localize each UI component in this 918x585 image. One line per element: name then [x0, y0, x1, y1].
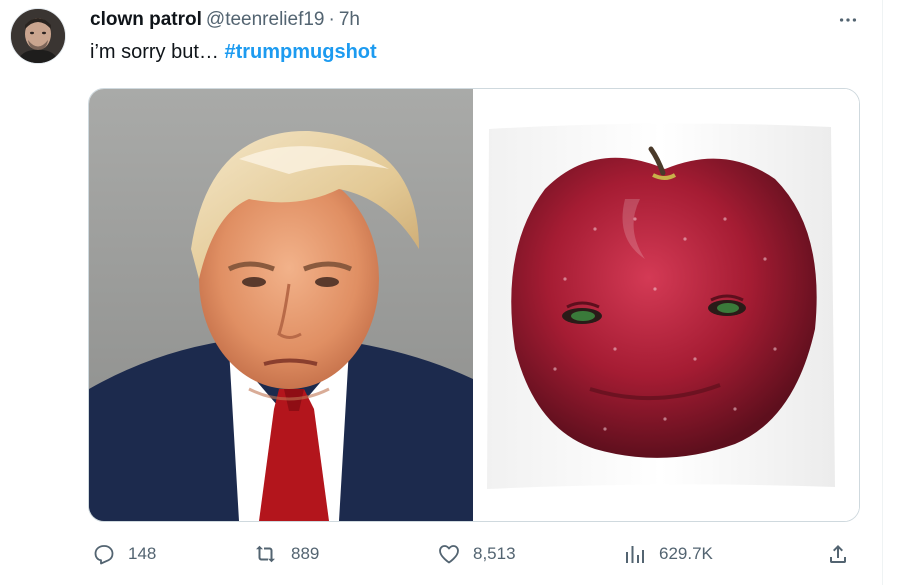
repost-button[interactable]: 889 [255, 536, 319, 572]
reply-button[interactable]: 148 [92, 536, 156, 572]
action-bar: 148 889 8,513 629.7K [0, 536, 918, 572]
like-button[interactable]: 8,513 [437, 536, 516, 572]
timestamp[interactable]: 7h [339, 9, 360, 30]
views-button[interactable]: 629.7K [623, 536, 713, 572]
reply-icon [94, 545, 114, 565]
author-handle[interactable]: @teenrelief19 [206, 9, 325, 30]
repost-count: 889 [291, 544, 320, 563]
tweet-text: i’m sorry but… #trumpmugshot [90, 41, 377, 64]
more-button[interactable] [834, 6, 862, 34]
timeline-border [882, 0, 883, 585]
tweet[interactable]: clown patrol @teenrelief19 · 7h i’m sorry b… [0, 0, 918, 585]
hashtag-link[interactable]: #trumpmugshot [224, 41, 376, 63]
apple-face-photo[interactable] [475, 89, 859, 521]
trump-mugshot-photo[interactable] [89, 89, 473, 521]
author-name[interactable]: clown patrol [90, 9, 202, 30]
views-icon [626, 546, 644, 563]
avatar-image [11, 9, 65, 63]
view-count: 629.7K [659, 544, 713, 563]
reply-count: 148 [128, 544, 157, 563]
heart-icon [439, 545, 459, 564]
more-horizontal-icon [839, 18, 857, 22]
tweet-text-body: i’m sorry but… [90, 41, 225, 63]
share-icon [830, 545, 846, 563]
repost-icon [256, 545, 275, 563]
like-count: 8,513 [473, 544, 516, 563]
tweet-header: clown patrol @teenrelief19 · 7h [90, 9, 360, 31]
separator-dot: · [328, 9, 335, 30]
media-grid [88, 88, 860, 522]
share-button[interactable] [826, 536, 862, 572]
avatar[interactable] [10, 8, 66, 64]
